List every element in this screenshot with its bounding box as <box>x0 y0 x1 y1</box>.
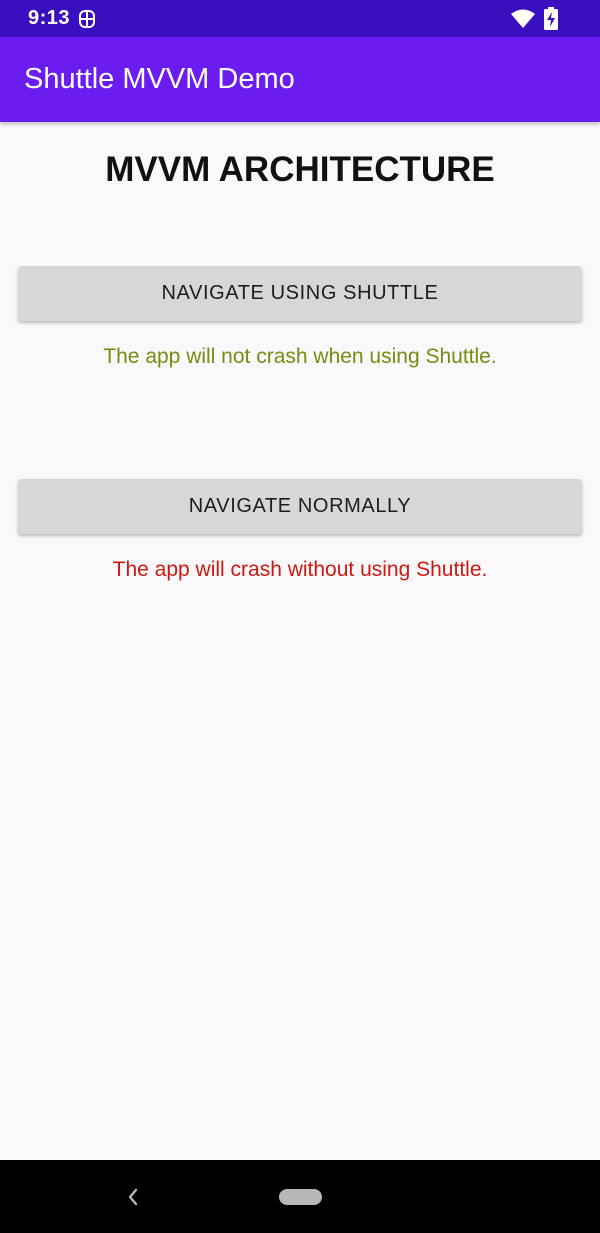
navigate-using-shuttle-button[interactable]: NAVIGATE USING SHUTTLE <box>18 266 582 321</box>
home-pill-icon[interactable] <box>279 1189 322 1205</box>
navigation-bar <box>0 1160 600 1233</box>
wifi-icon <box>511 9 535 28</box>
battery-charging-icon <box>544 7 558 30</box>
back-icon[interactable] <box>126 1187 140 1207</box>
shuttle-notification-icon <box>79 10 95 28</box>
app-title: Shuttle MVVM Demo <box>24 63 295 95</box>
navigate-normally-button[interactable]: NAVIGATE NORMALLY <box>18 479 582 534</box>
crash-note: The app will crash without using Shuttle… <box>112 558 488 581</box>
page-title: MVVM ARCHITECTURE <box>105 150 495 189</box>
status-time: 9:13 <box>28 7 71 29</box>
status-bar: 9:13 <box>0 0 600 37</box>
app-bar: Shuttle MVVM Demo <box>0 37 600 122</box>
shuttle-note: The app will not crash when using Shuttl… <box>103 345 497 368</box>
